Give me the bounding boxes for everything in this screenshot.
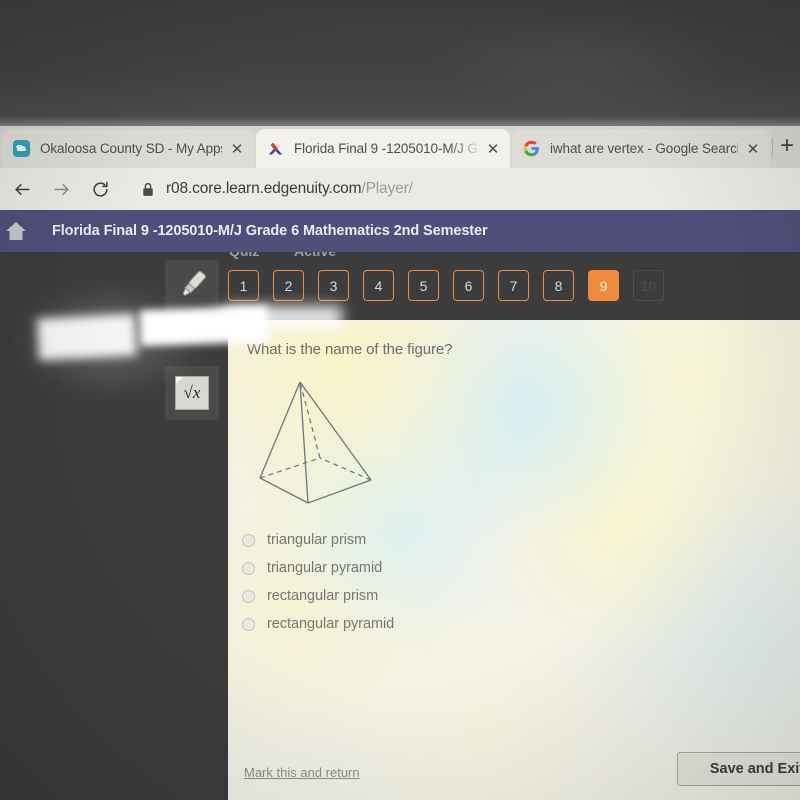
answer-option[interactable]: triangular pyramid [242, 554, 394, 582]
browser-address-bar: r08.core.learn.edgenuity.com/Player/ [0, 168, 800, 210]
answer-options: triangular prism triangular pyramid rectan… [242, 526, 394, 638]
home-icon[interactable] [3, 218, 29, 244]
question-nav-item-3[interactable]: 3 [318, 270, 349, 301]
highlighter-tool[interactable] [165, 260, 219, 314]
edgenuity-x-icon [267, 140, 284, 157]
answer-option-label: rectangular pyramid [267, 616, 395, 632]
radio-button[interactable] [242, 589, 255, 603]
url-text[interactable]: r08.core.learn.edgenuity.com/Player/ [166, 180, 413, 198]
rectangular-pyramid-diagram [240, 370, 400, 515]
answer-option[interactable]: rectangular prism [242, 582, 394, 610]
browser-tab-title: Okaloosa County SD - My Apps [40, 141, 222, 156]
browser-tabstrip: Okaloosa County SD - My Apps ✕ Florida F… [0, 126, 800, 168]
mark-this-and-return-link[interactable]: Mark this and return [244, 765, 360, 780]
calculator-tool[interactable]: √x [165, 366, 219, 420]
question-nav-item-1[interactable]: 1 [228, 270, 259, 301]
browser-tab-title: Florida Final 9 -1205010-M/J Gr [294, 141, 478, 156]
question-nav-item-10: 10 [633, 270, 664, 301]
course-header: Florida Final 9 -1205010-M/J Grade 6 Mat… [0, 210, 800, 252]
question-nav-item-4[interactable]: 4 [363, 270, 394, 301]
page-title: Florida Final 9 -1205010-M/J Grade 6 Mat… [52, 223, 488, 239]
quiz-type-label: Quiz [229, 252, 259, 259]
question-nav-item-9[interactable]: 9 [588, 270, 619, 301]
answer-option[interactable]: rectangular pyramid [242, 610, 394, 638]
monitor-bezel-top [0, 0, 800, 126]
question-nav-item-2[interactable]: 2 [273, 270, 304, 301]
screen-photo: Okaloosa County SD - My Apps ✕ Florida F… [0, 0, 800, 800]
browser-tab-title: iwhat are vertex - Google Search [550, 141, 738, 156]
question-nav-item-7[interactable]: 7 [498, 270, 529, 301]
save-and-exit-button[interactable]: Save and Exit [677, 752, 800, 786]
question-nav-item-8[interactable]: 8 [543, 270, 574, 301]
radio-button[interactable] [242, 617, 255, 631]
cloud-icon [13, 140, 30, 157]
question-nav-item-6[interactable]: 6 [453, 270, 484, 301]
tabstrip-divider [772, 138, 773, 157]
answer-option-label: triangular prism [267, 532, 367, 548]
question-panel: What is the name of the figure? triangul… [228, 320, 800, 800]
browser-tab-google-search[interactable]: iwhat are vertex - Google Search ✕ [512, 129, 770, 168]
close-icon[interactable]: ✕ [228, 140, 246, 158]
lock-icon [141, 181, 155, 198]
reload-icon[interactable] [83, 172, 117, 206]
answer-option-label: triangular pyramid [267, 560, 383, 576]
radio-button[interactable] [242, 561, 255, 575]
browser-tab-okaloosa[interactable]: Okaloosa County SD - My Apps ✕ [2, 129, 254, 168]
google-g-icon [523, 140, 540, 157]
back-arrow-icon[interactable] [5, 172, 39, 206]
question-prompt: What is the name of the figure? [247, 341, 453, 358]
quiz-status-strip: Quiz Active [0, 252, 800, 265]
question-nav-item-5[interactable]: 5 [408, 270, 439, 301]
answer-option-label: rectangular prism [267, 588, 379, 604]
url-domain: r08.core.learn.edgenuity.com [166, 180, 362, 197]
close-icon[interactable]: ✕ [484, 140, 502, 158]
highlighter-icon [173, 266, 211, 309]
radio-button[interactable] [242, 533, 255, 547]
browser-chrome: Okaloosa County SD - My Apps ✕ Florida F… [0, 126, 800, 210]
close-icon[interactable]: ✕ [744, 140, 762, 158]
url-path: /Player/ [361, 180, 413, 197]
quiz-state-label: Active [294, 252, 336, 259]
forward-arrow-icon[interactable] [44, 172, 78, 206]
square-root-icon: √x [175, 376, 209, 410]
new-tab-button[interactable]: + [780, 134, 800, 159]
answer-option[interactable]: triangular prism [242, 526, 394, 554]
browser-tab-edgenuity[interactable]: Florida Final 9 -1205010-M/J Gr ✕ [256, 129, 510, 168]
